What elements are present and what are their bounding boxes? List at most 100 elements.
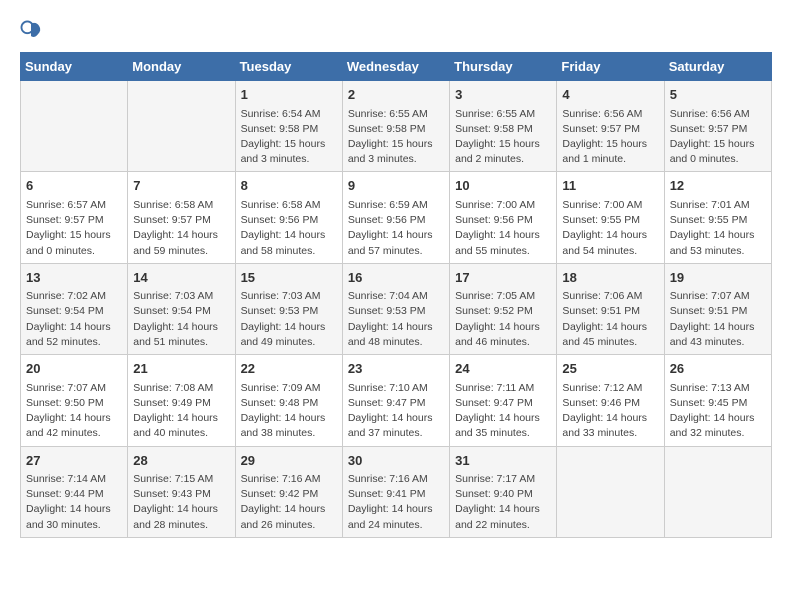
day-detail: Sunrise: 7:03 AM Sunset: 9:53 PM Dayligh… xyxy=(241,289,337,350)
day-detail: Sunrise: 7:11 AM Sunset: 9:47 PM Dayligh… xyxy=(455,381,551,442)
day-detail: Sunrise: 6:55 AM Sunset: 9:58 PM Dayligh… xyxy=(348,107,444,168)
day-number: 14 xyxy=(133,268,229,288)
day-number: 3 xyxy=(455,85,551,105)
calendar-cell: 2Sunrise: 6:55 AM Sunset: 9:58 PM Daylig… xyxy=(342,81,449,172)
calendar-week-1: 1Sunrise: 6:54 AM Sunset: 9:58 PM Daylig… xyxy=(21,81,772,172)
day-number: 23 xyxy=(348,359,444,379)
day-detail: Sunrise: 6:55 AM Sunset: 9:58 PM Dayligh… xyxy=(455,107,551,168)
day-number: 13 xyxy=(26,268,122,288)
weekday-header-wednesday: Wednesday xyxy=(342,53,449,81)
day-detail: Sunrise: 7:07 AM Sunset: 9:50 PM Dayligh… xyxy=(26,381,122,442)
calendar-cell xyxy=(128,81,235,172)
day-detail: Sunrise: 6:58 AM Sunset: 9:56 PM Dayligh… xyxy=(241,198,337,259)
day-detail: Sunrise: 6:59 AM Sunset: 9:56 PM Dayligh… xyxy=(348,198,444,259)
calendar-cell xyxy=(557,446,664,537)
calendar-cell: 30Sunrise: 7:16 AM Sunset: 9:41 PM Dayli… xyxy=(342,446,449,537)
day-detail: Sunrise: 7:12 AM Sunset: 9:46 PM Dayligh… xyxy=(562,381,658,442)
day-detail: Sunrise: 6:56 AM Sunset: 9:57 PM Dayligh… xyxy=(562,107,658,168)
day-detail: Sunrise: 7:00 AM Sunset: 9:55 PM Dayligh… xyxy=(562,198,658,259)
day-detail: Sunrise: 7:06 AM Sunset: 9:51 PM Dayligh… xyxy=(562,289,658,350)
day-detail: Sunrise: 7:15 AM Sunset: 9:43 PM Dayligh… xyxy=(133,472,229,533)
calendar-cell: 15Sunrise: 7:03 AM Sunset: 9:53 PM Dayli… xyxy=(235,263,342,354)
day-number: 7 xyxy=(133,176,229,196)
day-number: 29 xyxy=(241,451,337,471)
calendar-cell xyxy=(664,446,771,537)
day-detail: Sunrise: 6:54 AM Sunset: 9:58 PM Dayligh… xyxy=(241,107,337,168)
weekday-header-row: SundayMondayTuesdayWednesdayThursdayFrid… xyxy=(21,53,772,81)
calendar-cell: 19Sunrise: 7:07 AM Sunset: 9:51 PM Dayli… xyxy=(664,263,771,354)
day-detail: Sunrise: 7:00 AM Sunset: 9:56 PM Dayligh… xyxy=(455,198,551,259)
calendar-cell: 31Sunrise: 7:17 AM Sunset: 9:40 PM Dayli… xyxy=(450,446,557,537)
calendar-cell: 29Sunrise: 7:16 AM Sunset: 9:42 PM Dayli… xyxy=(235,446,342,537)
day-number: 20 xyxy=(26,359,122,379)
day-number: 16 xyxy=(348,268,444,288)
day-number: 4 xyxy=(562,85,658,105)
weekday-header-tuesday: Tuesday xyxy=(235,53,342,81)
calendar-table: SundayMondayTuesdayWednesdayThursdayFrid… xyxy=(20,52,772,538)
day-number: 31 xyxy=(455,451,551,471)
calendar-week-5: 27Sunrise: 7:14 AM Sunset: 9:44 PM Dayli… xyxy=(21,446,772,537)
calendar-cell: 16Sunrise: 7:04 AM Sunset: 9:53 PM Dayli… xyxy=(342,263,449,354)
day-number: 9 xyxy=(348,176,444,196)
day-detail: Sunrise: 7:10 AM Sunset: 9:47 PM Dayligh… xyxy=(348,381,444,442)
weekday-header-friday: Friday xyxy=(557,53,664,81)
weekday-header-saturday: Saturday xyxy=(664,53,771,81)
day-number: 5 xyxy=(670,85,766,105)
day-number: 24 xyxy=(455,359,551,379)
day-number: 6 xyxy=(26,176,122,196)
calendar-cell: 28Sunrise: 7:15 AM Sunset: 9:43 PM Dayli… xyxy=(128,446,235,537)
day-number: 2 xyxy=(348,85,444,105)
day-detail: Sunrise: 7:01 AM Sunset: 9:55 PM Dayligh… xyxy=(670,198,766,259)
day-detail: Sunrise: 6:56 AM Sunset: 9:57 PM Dayligh… xyxy=(670,107,766,168)
day-detail: Sunrise: 7:13 AM Sunset: 9:45 PM Dayligh… xyxy=(670,381,766,442)
day-number: 18 xyxy=(562,268,658,288)
day-detail: Sunrise: 7:05 AM Sunset: 9:52 PM Dayligh… xyxy=(455,289,551,350)
calendar-cell: 9Sunrise: 6:59 AM Sunset: 9:56 PM Daylig… xyxy=(342,172,449,263)
calendar-cell: 3Sunrise: 6:55 AM Sunset: 9:58 PM Daylig… xyxy=(450,81,557,172)
calendar-cell: 1Sunrise: 6:54 AM Sunset: 9:58 PM Daylig… xyxy=(235,81,342,172)
calendar-cell: 18Sunrise: 7:06 AM Sunset: 9:51 PM Dayli… xyxy=(557,263,664,354)
calendar-cell xyxy=(21,81,128,172)
day-detail: Sunrise: 7:02 AM Sunset: 9:54 PM Dayligh… xyxy=(26,289,122,350)
page-header xyxy=(20,20,772,42)
calendar-week-2: 6Sunrise: 6:57 AM Sunset: 9:57 PM Daylig… xyxy=(21,172,772,263)
day-detail: Sunrise: 7:16 AM Sunset: 9:42 PM Dayligh… xyxy=(241,472,337,533)
day-number: 19 xyxy=(670,268,766,288)
calendar-cell: 21Sunrise: 7:08 AM Sunset: 9:49 PM Dayli… xyxy=(128,355,235,446)
calendar-week-4: 20Sunrise: 7:07 AM Sunset: 9:50 PM Dayli… xyxy=(21,355,772,446)
calendar-cell: 24Sunrise: 7:11 AM Sunset: 9:47 PM Dayli… xyxy=(450,355,557,446)
calendar-cell: 22Sunrise: 7:09 AM Sunset: 9:48 PM Dayli… xyxy=(235,355,342,446)
day-number: 12 xyxy=(670,176,766,196)
calendar-cell: 17Sunrise: 7:05 AM Sunset: 9:52 PM Dayli… xyxy=(450,263,557,354)
day-number: 11 xyxy=(562,176,658,196)
day-number: 8 xyxy=(241,176,337,196)
day-detail: Sunrise: 7:17 AM Sunset: 9:40 PM Dayligh… xyxy=(455,472,551,533)
day-number: 15 xyxy=(241,268,337,288)
calendar-cell: 12Sunrise: 7:01 AM Sunset: 9:55 PM Dayli… xyxy=(664,172,771,263)
day-detail: Sunrise: 7:07 AM Sunset: 9:51 PM Dayligh… xyxy=(670,289,766,350)
day-number: 30 xyxy=(348,451,444,471)
calendar-cell: 4Sunrise: 6:56 AM Sunset: 9:57 PM Daylig… xyxy=(557,81,664,172)
day-number: 1 xyxy=(241,85,337,105)
calendar-cell: 14Sunrise: 7:03 AM Sunset: 9:54 PM Dayli… xyxy=(128,263,235,354)
calendar-cell: 5Sunrise: 6:56 AM Sunset: 9:57 PM Daylig… xyxy=(664,81,771,172)
day-number: 10 xyxy=(455,176,551,196)
logo-icon xyxy=(20,20,42,42)
calendar-cell: 13Sunrise: 7:02 AM Sunset: 9:54 PM Dayli… xyxy=(21,263,128,354)
calendar-cell: 26Sunrise: 7:13 AM Sunset: 9:45 PM Dayli… xyxy=(664,355,771,446)
day-number: 26 xyxy=(670,359,766,379)
day-number: 25 xyxy=(562,359,658,379)
calendar-cell: 6Sunrise: 6:57 AM Sunset: 9:57 PM Daylig… xyxy=(21,172,128,263)
calendar-cell: 11Sunrise: 7:00 AM Sunset: 9:55 PM Dayli… xyxy=(557,172,664,263)
logo xyxy=(20,20,46,42)
day-detail: Sunrise: 7:04 AM Sunset: 9:53 PM Dayligh… xyxy=(348,289,444,350)
weekday-header-thursday: Thursday xyxy=(450,53,557,81)
day-number: 27 xyxy=(26,451,122,471)
day-number: 28 xyxy=(133,451,229,471)
calendar-week-3: 13Sunrise: 7:02 AM Sunset: 9:54 PM Dayli… xyxy=(21,263,772,354)
day-detail: Sunrise: 6:58 AM Sunset: 9:57 PM Dayligh… xyxy=(133,198,229,259)
calendar-cell: 8Sunrise: 6:58 AM Sunset: 9:56 PM Daylig… xyxy=(235,172,342,263)
day-detail: Sunrise: 7:16 AM Sunset: 9:41 PM Dayligh… xyxy=(348,472,444,533)
day-number: 22 xyxy=(241,359,337,379)
calendar-cell: 7Sunrise: 6:58 AM Sunset: 9:57 PM Daylig… xyxy=(128,172,235,263)
